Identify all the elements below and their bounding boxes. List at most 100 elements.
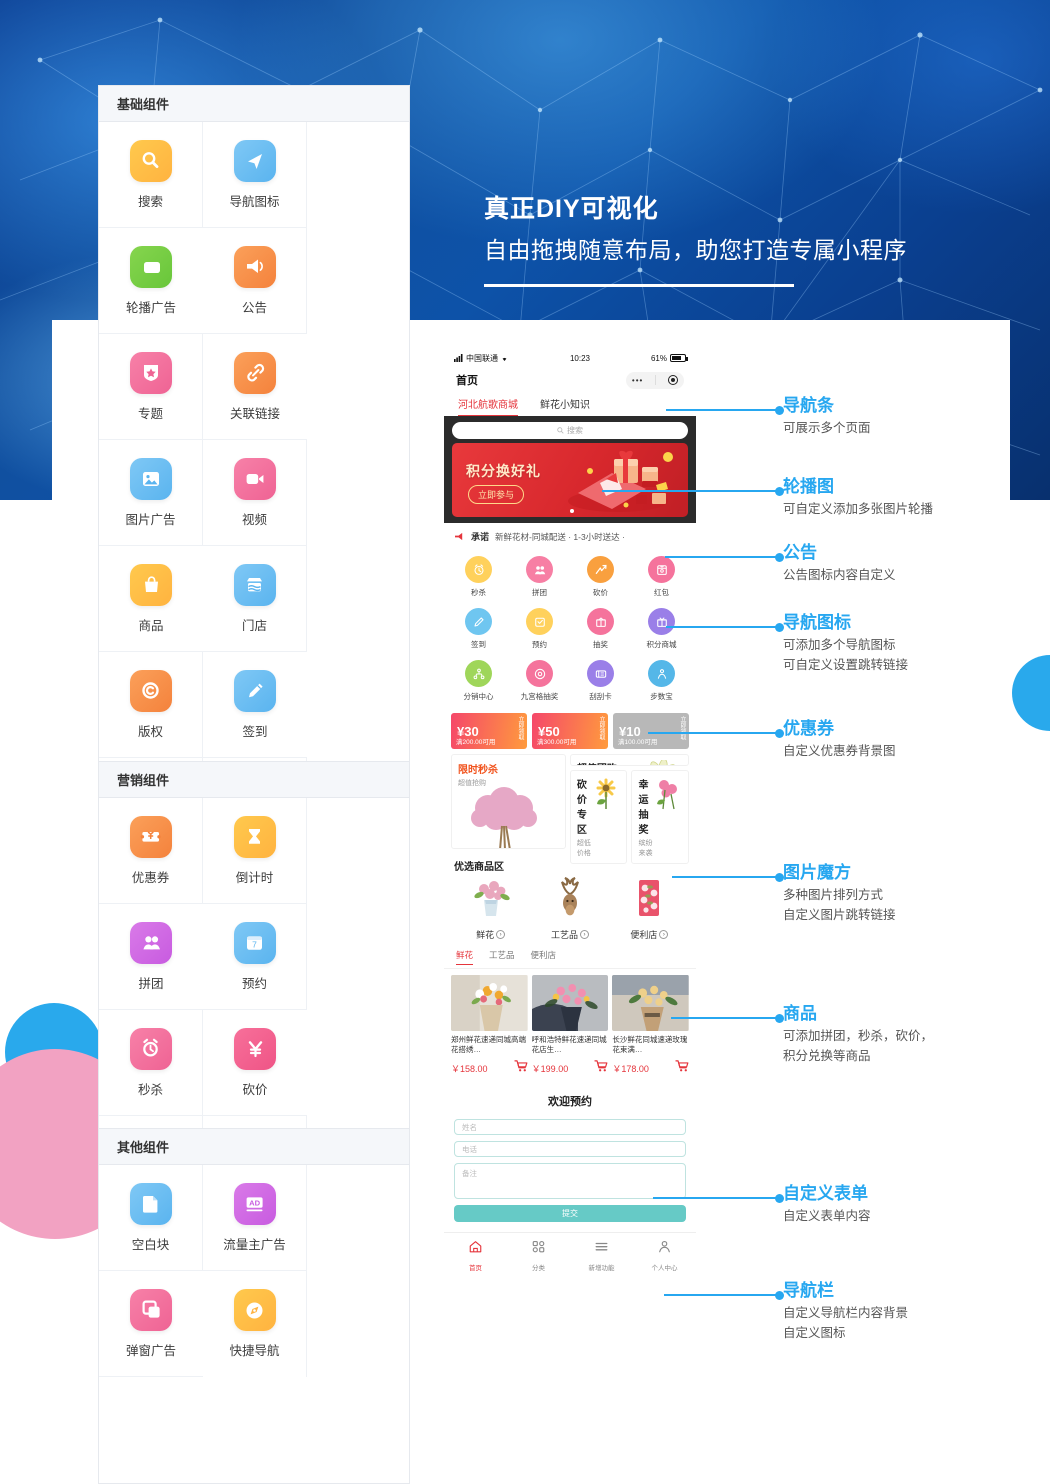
navigation-arrow-icon — [233, 139, 276, 182]
cart-icon[interactable] — [675, 1059, 689, 1077]
category-card-1[interactable]: 工艺品 › — [530, 876, 609, 941]
nav-icon-item-6[interactable]: 抽奖 — [570, 603, 631, 655]
product-card-0[interactable]: 郑州鲜花速递同城高端花搭绣… ￥158.00 — [451, 975, 528, 1077]
component-item-coupon[interactable]: 优惠券 — [99, 798, 203, 904]
component-item-label: 倒计时 — [235, 870, 274, 885]
phone-top-tab-0[interactable]: 河北航歌商城 — [458, 396, 518, 416]
component-item-popup-window[interactable]: 弹窗广告 — [99, 1271, 203, 1377]
cube-left-cell[interactable]: 砍价专区 超低价格 — [569, 770, 628, 864]
component-item-image[interactable]: 图片广告 — [99, 440, 203, 546]
form-field-2[interactable]: 备注 — [454, 1163, 686, 1199]
decorative-blue-circle-right — [1012, 655, 1050, 731]
coupon-action[interactable]: 立即领取 — [517, 716, 523, 740]
search-placeholder: 搜索 — [567, 426, 583, 435]
category-name: 便利店 › — [630, 928, 669, 941]
annotation-navbar: 导航条 可展示多个页面 — [783, 395, 871, 439]
component-item-store[interactable]: 门店 — [203, 546, 307, 652]
cube-right-column: 超值团购 极致性价比 — [569, 754, 690, 864]
category-tab-0[interactable]: 鲜花 — [456, 949, 474, 965]
chevron-right-icon: › — [659, 930, 669, 939]
nav-icon-item-10[interactable]: 刮刮卡 — [570, 655, 631, 707]
nav-icon-label: 步数宝 — [650, 692, 673, 701]
annotation-title: 优惠券 — [783, 719, 834, 738]
cube-right-cell[interactable]: 幸运抽奖 缤纷来袭 — [631, 770, 690, 864]
annotation-title: 导航条 — [783, 396, 834, 415]
nav-icon-item-9[interactable]: 九宫格抽奖 — [509, 655, 570, 707]
category-tabs: 鲜花 工艺品 便利店 — [444, 945, 696, 969]
coupon-card-0[interactable]: ¥30 满200.00可用 立即领取 — [451, 713, 527, 749]
annotation-title: 商品 — [783, 1004, 817, 1023]
component-item-compass[interactable]: 快捷导航 — [203, 1271, 307, 1377]
component-item-blank-page[interactable]: 空白块 — [99, 1165, 203, 1271]
phone-top-tab-1[interactable]: 鲜花小知识 — [540, 396, 590, 416]
person-icon — [657, 1239, 672, 1259]
component-item-label: 门店 — [241, 618, 267, 633]
cart-icon[interactable] — [594, 1059, 608, 1077]
cube-left-sub: 超低价格 — [576, 840, 591, 857]
close-target-icon[interactable] — [668, 375, 679, 385]
component-item-pencil[interactable]: 签到 — [203, 652, 307, 758]
component-item-shopping-bag[interactable]: 商品 — [99, 546, 203, 652]
component-item-megaphone[interactable]: 公告 — [203, 228, 307, 334]
component-item-link[interactable]: 关联链接 — [203, 334, 307, 440]
search-icon — [557, 427, 564, 434]
cube-main-cell[interactable]: 限时秒杀 超值抢购 — [451, 754, 566, 849]
wechat-capsule[interactable]: ••• — [626, 371, 684, 389]
category-tab-2[interactable]: 便利店 — [531, 949, 557, 965]
bottom-tab-0[interactable]: 首页 — [444, 1239, 507, 1272]
coupon-condition: 满300.00可用 — [537, 739, 577, 746]
notice-bar[interactable]: 承诺 新鲜花材-同城配送 · 1-3小时送达 · — [444, 523, 696, 549]
form-field-0[interactable]: 姓名 — [454, 1119, 686, 1135]
component-item-ad[interactable]: AD 流量主广告 — [203, 1165, 307, 1271]
carousel-dot[interactable] — [570, 509, 574, 513]
component-item-calendar[interactable]: 7 预约 — [203, 904, 307, 1010]
product-price: ￥178.00 — [612, 1063, 649, 1074]
nav-icon-item-2[interactable]: 砍价 — [570, 551, 631, 603]
nav-icon-label: 秒杀 — [471, 588, 486, 597]
component-item-group-buy[interactable]: 拼团 — [99, 904, 203, 1010]
coupon-card-1[interactable]: ¥50 满300.00可用 立即领取 — [532, 713, 608, 749]
component-item-navigation-arrow[interactable]: 导航图标 — [203, 122, 307, 228]
bottom-tab-1[interactable]: 分类 — [507, 1239, 570, 1272]
component-item-carousel[interactable]: 轮播广告 — [99, 228, 203, 334]
component-item-hourglass[interactable]: 倒计时 — [203, 798, 307, 904]
cart-icon[interactable] — [514, 1059, 528, 1077]
nav-icon-item-11[interactable]: 步数宝 — [631, 655, 692, 707]
component-item-search[interactable]: 搜索 — [99, 122, 203, 228]
category-tab-1[interactable]: 工艺品 — [489, 949, 515, 965]
nav-icon-item-1[interactable]: 拼团 — [509, 551, 570, 603]
star-shield-icon — [129, 351, 172, 394]
nav-icon-label: 九宫格抽奖 — [520, 692, 559, 701]
product-name: 长沙鲜花同城速递玫瑰花束满… — [612, 1035, 688, 1055]
category-name: 鲜花 › — [476, 928, 506, 941]
component-item-yuan[interactable]: 砍价 — [203, 1010, 307, 1116]
component-item-label: 秒杀 — [137, 1082, 163, 1097]
cube-top-cell[interactable]: 超值团购 极致性价比 — [569, 754, 689, 766]
nav-icon-item-0[interactable]: 秒杀 — [448, 551, 509, 603]
component-item-copyright[interactable]: 版权 — [99, 652, 203, 758]
nav-icon-item-8[interactable]: 分销中心 — [448, 655, 509, 707]
component-item-video-camera[interactable]: 视频 — [203, 440, 307, 546]
bottom-tab-3[interactable]: 个人中心 — [633, 1239, 696, 1272]
nav-icon-item-4[interactable]: 签到 — [448, 603, 509, 655]
category-card-2[interactable]: 便利店 › — [610, 876, 689, 941]
product-card-1[interactable]: 呼和浩特鲜花速递同城花店生… ￥199.00 — [531, 975, 609, 1077]
banner-button[interactable]: 立即参与 — [468, 485, 525, 504]
form-field-1[interactable]: 电话 — [454, 1141, 686, 1157]
battery-percent: 61% — [650, 353, 667, 363]
component-item-alarm-clock[interactable]: 秒杀 — [99, 1010, 203, 1116]
product-card-2[interactable]: 长沙鲜花同城速递玫瑰花束满… ￥178.00 — [612, 975, 690, 1077]
category-cards: 鲜花 › 工艺品 › 便利店 › — [444, 876, 696, 945]
nav-icon-item-5[interactable]: 预约 — [509, 603, 570, 655]
shopping-bag-icon — [130, 563, 172, 606]
coupon-action[interactable]: 立即领取 — [598, 716, 604, 740]
category-card-0[interactable]: 鲜花 › — [451, 876, 530, 941]
more-dots-icon[interactable]: ••• — [632, 376, 643, 385]
search-input[interactable]: 搜索 — [452, 422, 688, 439]
component-item-star-shield[interactable]: 专题 — [99, 334, 203, 440]
annotation-goods: 商品 可添加拼团，秒杀，砍价， 积分兑换等商品 — [783, 1003, 933, 1066]
lily-image — [650, 760, 676, 765]
bottom-tab-2[interactable]: 新增功能 — [570, 1239, 633, 1272]
form-submit-button[interactable]: 提交 — [454, 1205, 686, 1222]
carousel-banner[interactable]: 积分换好礼 立即参与 — [452, 443, 688, 517]
